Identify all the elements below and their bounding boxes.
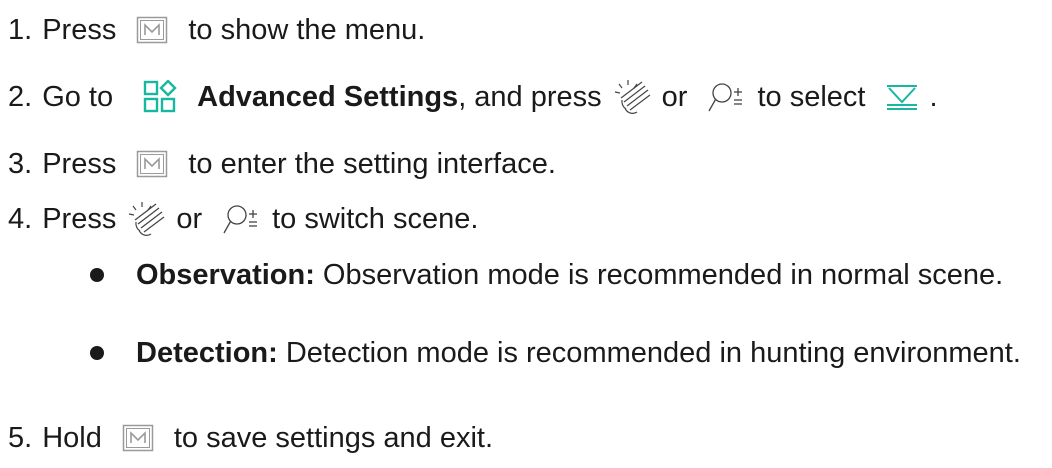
step-text: Hold [42,422,102,454]
step-text: , and press [458,81,602,113]
scene-icon [885,82,919,112]
m-key-icon [136,16,168,44]
list-item: Detection: Detection mode is recommended… [84,334,1044,372]
zoom-icon [222,202,262,236]
menu-item-name: Advanced Settings [197,81,459,113]
step-text: Go to [42,81,114,113]
bullet-term: Observation: [136,259,315,291]
brightness-icon [612,78,652,116]
step-text: to switch scene. [272,203,479,235]
step-text: Press [42,203,117,235]
bullet-dot [90,346,104,360]
step-4: 4. Press or to switch scene. [8,200,478,238]
step-1: 1. Press to show the menu. [8,12,425,48]
step-number: 2. [8,81,33,113]
step-text: Press [42,148,117,180]
bullet-term: Detection: [136,337,278,369]
bullet-text: Detection mode is recommended in hunting… [277,337,1021,369]
zoom-icon [707,80,747,114]
step-text: or [176,203,203,235]
step-2: 2. Go to Advanced Settings , and press o… [8,78,938,116]
list-item: Observation: Observation mode is recomme… [84,256,1044,294]
step-3: 3. Press to enter the setting interface. [8,146,556,182]
step-number: 5. [8,422,33,454]
step-text: to select [757,81,866,113]
step-text: to enter the setting interface. [188,148,556,180]
advanced-settings-icon [143,80,177,114]
m-key-icon [122,424,154,452]
step-number: 1. [8,14,33,46]
step-number: 3. [8,148,33,180]
bullet-text: Observation mode is recommended in norma… [314,259,1004,291]
brightness-icon [126,200,166,238]
step-text: or [661,81,688,113]
step-text: to save settings and exit. [173,422,494,454]
step-text: . [929,81,938,113]
step-5: 5. Hold to save settings and exit. [8,420,493,456]
step-number: 4. [8,203,33,235]
step-text: to show the menu. [188,14,426,46]
bullet-dot [90,268,104,282]
m-key-icon [136,150,168,178]
step-text: Press [42,14,117,46]
